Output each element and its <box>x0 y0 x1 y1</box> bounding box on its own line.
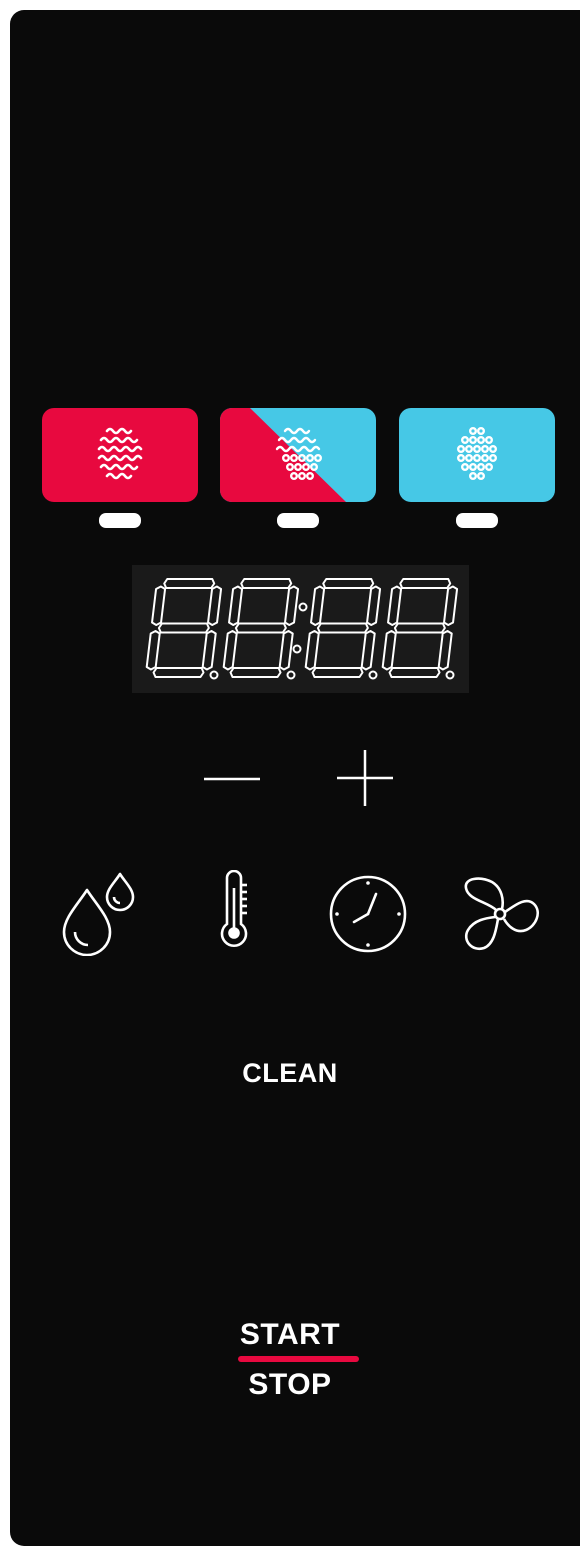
start-stop-divider <box>238 1356 359 1362</box>
thermometer-icon <box>220 870 248 947</box>
digit-4-segment-d <box>388 667 441 678</box>
fan-button[interactable] <box>460 874 540 954</box>
stop-button[interactable]: STOP <box>0 1368 580 1402</box>
digit-2-segment-g <box>234 622 287 634</box>
steam-mode-button[interactable] <box>399 408 555 502</box>
clock-icon <box>329 875 407 953</box>
digit-2-segment-b <box>284 585 300 626</box>
decimal-point-2 <box>286 670 296 680</box>
digit-2-segment-a <box>240 578 293 589</box>
plus-button[interactable] <box>334 747 396 809</box>
combination-indicator <box>277 513 319 528</box>
digit-2-segment-c <box>278 630 294 671</box>
seven-segment-digits <box>145 578 459 680</box>
clean-button[interactable]: CLEAN <box>0 1058 580 1089</box>
digit-1-segment-f <box>151 585 167 626</box>
digit-1-segment-b <box>207 585 223 626</box>
digit-1-segment-c <box>201 630 217 671</box>
digit-4-segment-f <box>387 585 403 626</box>
colon-dot-2 <box>292 644 302 654</box>
digit-3-segment-d <box>311 667 364 678</box>
digit-1-segment-g <box>157 622 210 634</box>
digit-4-segment-c <box>437 630 453 671</box>
digit-1-segment-e <box>145 630 161 671</box>
steam-indicator <box>456 513 498 528</box>
decimal-point-1 <box>209 670 219 680</box>
start-button[interactable]: START <box>0 1318 580 1352</box>
timer-button[interactable] <box>326 872 410 956</box>
humidity-drops-icon <box>62 872 135 956</box>
digit-1-segment-d <box>152 667 205 678</box>
digit-2-segment-d <box>229 667 282 678</box>
digit-3-segment-b <box>366 585 382 626</box>
digit-4-segment-g <box>393 622 446 634</box>
fan-icon <box>464 877 539 951</box>
temperature-button[interactable] <box>215 870 255 950</box>
digit-1-segment-a <box>163 578 216 589</box>
digit-4-segment-e <box>381 630 397 671</box>
combination-mode-button[interactable] <box>220 408 376 502</box>
digit-3-segment-c <box>360 630 376 671</box>
digit-3-segment-e <box>304 630 320 671</box>
convection-mode-button[interactable] <box>42 408 198 502</box>
minus-button[interactable] <box>200 752 264 804</box>
control-panel <box>10 10 580 1546</box>
plus-icon <box>337 750 393 806</box>
digit-4-segment-b <box>443 585 459 626</box>
decimal-point-3 <box>368 670 378 680</box>
decimal-point-4 <box>445 670 455 680</box>
digit-3-segment-g <box>316 622 369 634</box>
digit-4-segment-a <box>399 578 452 589</box>
colon-dot-1 <box>298 602 308 612</box>
digit-3-segment-f <box>310 585 326 626</box>
timer-display <box>132 565 469 693</box>
convection-indicator <box>99 513 141 528</box>
digit-3-segment-a <box>322 578 375 589</box>
humidity-button[interactable] <box>58 870 136 956</box>
digit-2-segment-f <box>228 585 244 626</box>
digit-2-segment-e <box>222 630 238 671</box>
